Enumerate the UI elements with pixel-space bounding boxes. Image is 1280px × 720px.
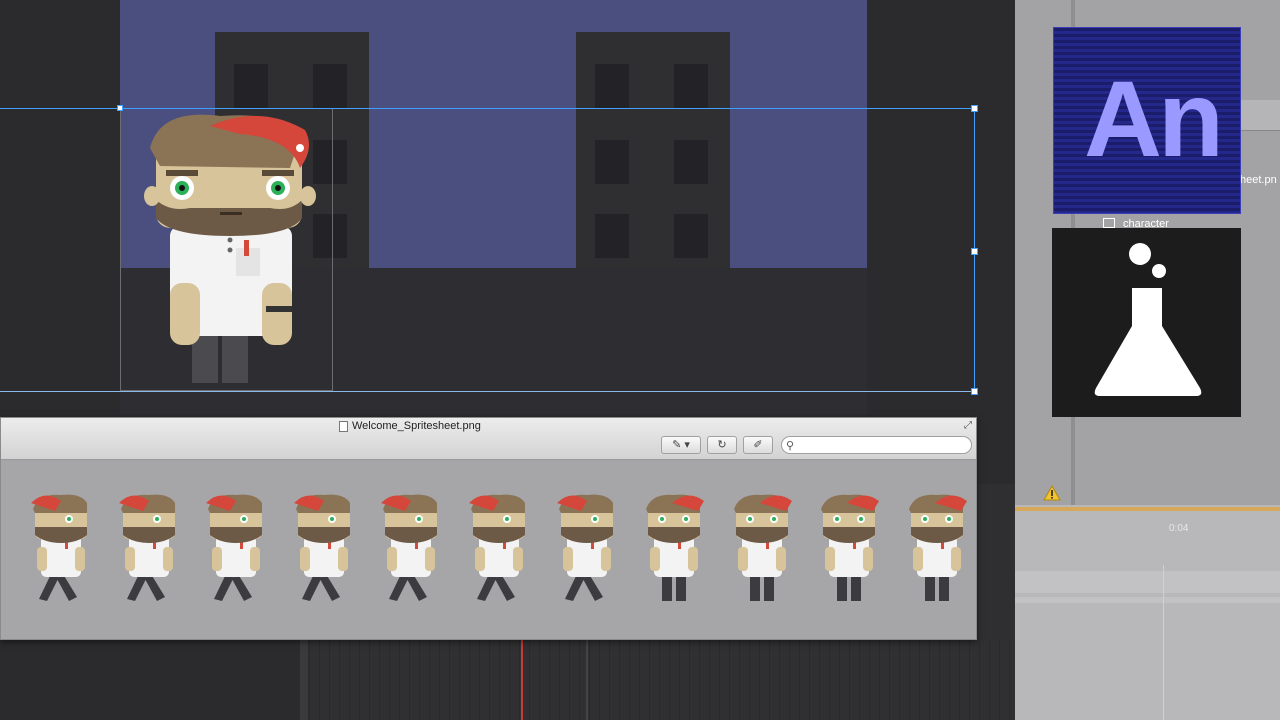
refresh-button[interactable]: ↻	[707, 436, 737, 454]
flask-logo-tile	[1052, 228, 1241, 417]
building-right	[576, 32, 730, 268]
sprite-frame[interactable]	[901, 489, 971, 609]
sprite-sheet-window[interactable]: Welcome_Spritesheet.png ⤢ ✎ ▾ ↻ ✐ ⚲	[0, 417, 977, 640]
animate-logo: An	[1053, 27, 1241, 214]
playhead[interactable]	[521, 640, 523, 720]
selection-handle-bottom-right[interactable]	[971, 388, 978, 395]
timeline-time-marker: 0:04	[1169, 523, 1189, 534]
symbol-icon	[1103, 218, 1115, 228]
selection-top-edge	[0, 108, 975, 109]
selection-handle-top-right[interactable]	[971, 105, 978, 112]
sprite-frame[interactable]	[113, 489, 183, 609]
sprite-frame[interactable]	[551, 489, 621, 609]
sprite-frame[interactable]	[288, 489, 358, 609]
sprite-frame[interactable]	[726, 489, 796, 609]
selection-handle-middle-right[interactable]	[971, 248, 978, 255]
animate-logo-text: An	[1084, 58, 1224, 179]
edit-dropdown-button[interactable]: ✎ ▾	[661, 436, 701, 454]
timeline-right-strip	[977, 484, 1015, 640]
sprite-frame[interactable]	[375, 489, 445, 609]
stage-character[interactable]	[140, 108, 320, 388]
file-icon	[339, 421, 348, 432]
sprite-frame[interactable]	[200, 489, 270, 609]
timeline-area[interactable]	[0, 640, 1015, 720]
sprite-frame[interactable]	[25, 489, 95, 609]
sprite-frame[interactable]	[813, 489, 883, 609]
window-title: Welcome_Spritesheet.png	[352, 420, 481, 432]
file-name-fragment: heet.pn	[1240, 174, 1277, 186]
flask-icon	[1094, 243, 1202, 396]
selection-bottom-edge	[0, 391, 975, 392]
sprite-frame[interactable]	[463, 489, 533, 609]
search-input[interactable]: ⚲	[781, 436, 972, 454]
window-titlebar[interactable]: Welcome_Spritesheet.png ⤢ ✎ ▾ ↻ ✐ ⚲	[1, 418, 976, 460]
warning-icon[interactable]	[1043, 485, 1061, 501]
expand-icon[interactable]: ⤢	[964, 420, 972, 431]
edit-button[interactable]: ✐	[743, 436, 773, 454]
search-icon: ⚲	[786, 440, 795, 452]
selection-handle-top-left[interactable]	[117, 105, 123, 111]
sprite-frame[interactable]	[638, 489, 708, 609]
sprite-frames-strip[interactable]	[1, 461, 976, 639]
